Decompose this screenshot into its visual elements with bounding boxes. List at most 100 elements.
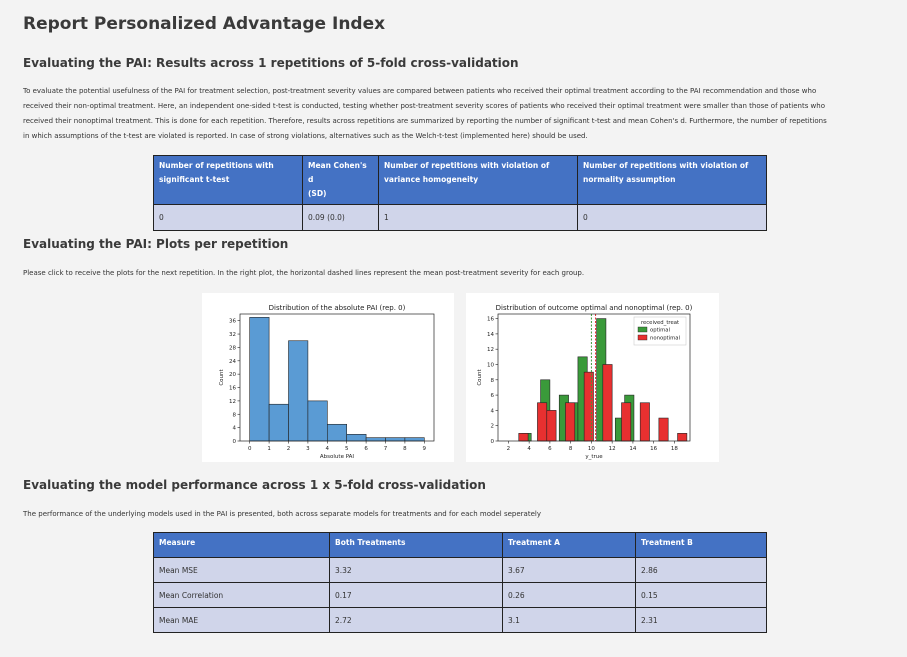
histogram-bar: [365, 437, 386, 442]
histogram-bar: [621, 402, 632, 442]
y-tick-label: 0: [233, 439, 237, 445]
legend-label: nonoptimal: [650, 336, 680, 342]
table-cell: Mean MSE: [153, 557, 330, 583]
histogram-bar: [327, 423, 348, 442]
table-cell: 0.17: [329, 582, 503, 608]
table-header-cell: Number of repetitions with significant t-…: [153, 155, 303, 205]
y-tick-label: 28: [229, 345, 236, 351]
model-performance-table: Measure Both Treatments Treatment A Trea…: [153, 532, 767, 633]
x-tick-label: 2: [507, 446, 511, 452]
pai-results-table: Number of repetitions with significant t-…: [153, 155, 767, 231]
table-cell: 3.32: [329, 557, 503, 583]
y-tick-label: 2: [491, 424, 495, 430]
chart-title: Distribution of outcome optimal and nono…: [496, 304, 693, 312]
x-tick-label: 10: [588, 446, 595, 452]
x-tick-label: 8: [403, 446, 407, 452]
y-axis-label: Count: [477, 368, 483, 385]
table-cell: 3.1: [502, 607, 636, 633]
table-header-cell: Number of repetitions with violation of n…: [577, 155, 767, 205]
section-intro-paragraph: To evaluate the potential usefulness of …: [23, 84, 893, 144]
y-tick-label: 14: [487, 332, 494, 338]
table-header-row: Measure Both Treatments Treatment A Trea…: [153, 532, 767, 558]
x-tick-label: 0: [248, 446, 252, 452]
table-cell: 0: [153, 204, 303, 231]
x-tick-label: 18: [671, 446, 678, 452]
page-title: Report Personalized Advantage Index: [23, 14, 386, 34]
histogram-bar: [404, 437, 425, 442]
table-cell: 3.67: [502, 557, 636, 583]
y-tick-label: 32: [229, 332, 236, 338]
x-tick-label: 6: [548, 446, 552, 452]
section-heading-plots: Evaluating the PAI: Plots per repetition: [23, 237, 289, 251]
y-tick-label: 6: [491, 393, 495, 399]
histogram-bar: [268, 403, 289, 442]
x-tick-label: 12: [609, 446, 616, 452]
x-axis-label: y_true: [585, 454, 603, 460]
chart-title: Distribution of the absolute PAI (rep. 0…: [269, 304, 406, 312]
table-cell: 0: [577, 204, 767, 231]
x-tick-label: 9: [423, 446, 427, 452]
x-axis-label: Absolute PAI: [320, 454, 355, 460]
table-header-cell: Treatment B: [635, 532, 767, 558]
table-cell: Mean Correlation: [153, 582, 330, 608]
x-tick-label: 1: [267, 446, 271, 452]
histogram-bar: [639, 402, 650, 442]
histogram-bar: [677, 433, 688, 442]
table-cell: 2.72: [329, 607, 503, 633]
x-tick-label: 16: [650, 446, 657, 452]
table-header-cell: Both Treatments: [329, 532, 503, 558]
x-tick-label: 5: [345, 446, 349, 452]
table-cell: 0.26: [502, 582, 636, 608]
table-cell: 0.09 (0.0): [302, 204, 379, 231]
table-header-cell: Number of repetitions with violation of v…: [378, 155, 578, 205]
table-header-row: Number of repetitions with significant t-…: [153, 155, 767, 205]
y-tick-label: 10: [487, 362, 494, 368]
y-tick-label: 4: [233, 426, 237, 432]
legend-title: received_treat: [641, 320, 679, 326]
x-tick-label: 7: [384, 446, 388, 452]
y-tick-label: 24: [229, 359, 236, 365]
histogram-bar: [518, 433, 529, 442]
histogram-bar: [249, 317, 270, 442]
section-heading-results: Evaluating the PAI: Results across 1 rep…: [23, 56, 519, 70]
paragraph-line: received their non-optimal treatment. He…: [23, 102, 826, 110]
y-tick-label: 8: [233, 412, 237, 418]
x-tick-label: 3: [306, 446, 310, 452]
table-header-cell: Treatment A: [502, 532, 636, 558]
table-cell: 2.31: [635, 607, 767, 633]
histogram-bar: [583, 371, 594, 442]
outcome-histogram-chart: Distribution of outcome optimal and nono…: [477, 304, 693, 460]
y-tick-label: 20: [229, 372, 236, 378]
table-row: Mean MAE 2.72 3.1 2.31: [153, 607, 767, 633]
legend-swatch: [637, 326, 648, 333]
pai-histogram-chart: Distribution of the absolute PAI (rep. 0…: [219, 304, 435, 460]
y-tick-label: 0: [491, 439, 495, 445]
paragraph-line: received their nonoptimal treatment. Thi…: [23, 117, 827, 125]
table-cell: 2.86: [635, 557, 767, 583]
table-row: 0 0.09 (0.0) 1 0: [153, 204, 767, 231]
x-tick-label: 4: [527, 446, 531, 452]
histogram-bar: [307, 400, 328, 442]
table-cell: 1: [378, 204, 578, 231]
x-tick-label: 14: [629, 446, 636, 452]
x-tick-label: 4: [326, 446, 330, 452]
paragraph-line: in which assumptions of the t-test are v…: [23, 132, 588, 140]
y-tick-label: 16: [229, 386, 236, 392]
histogram-bar: [565, 402, 576, 442]
histogram-bar: [385, 437, 406, 442]
y-tick-label: 8: [491, 378, 495, 384]
x-tick-label: 6: [364, 446, 368, 452]
section-heading-model-performance: Evaluating the model performance across …: [23, 478, 486, 492]
model-performance-paragraph: The performance of the underlying models…: [23, 510, 541, 518]
outcome-histogram-plot[interactable]: Distribution of outcome optimal and nono…: [466, 293, 719, 462]
y-tick-label: 16: [487, 317, 494, 323]
table-row: Mean MSE 3.32 3.67 2.86: [153, 557, 767, 583]
x-tick-label: 8: [569, 446, 573, 452]
plots-instruction: Please click to receive the plots for th…: [23, 269, 585, 277]
histogram-bar: [537, 402, 548, 442]
histogram-bar: [288, 340, 309, 442]
y-tick-label: 4: [491, 408, 495, 414]
table-header-cell: Mean Cohen's d (SD): [302, 155, 379, 205]
histogram-bar: [658, 417, 669, 442]
pai-histogram-plot[interactable]: Distribution of the absolute PAI (rep. 0…: [202, 293, 454, 462]
